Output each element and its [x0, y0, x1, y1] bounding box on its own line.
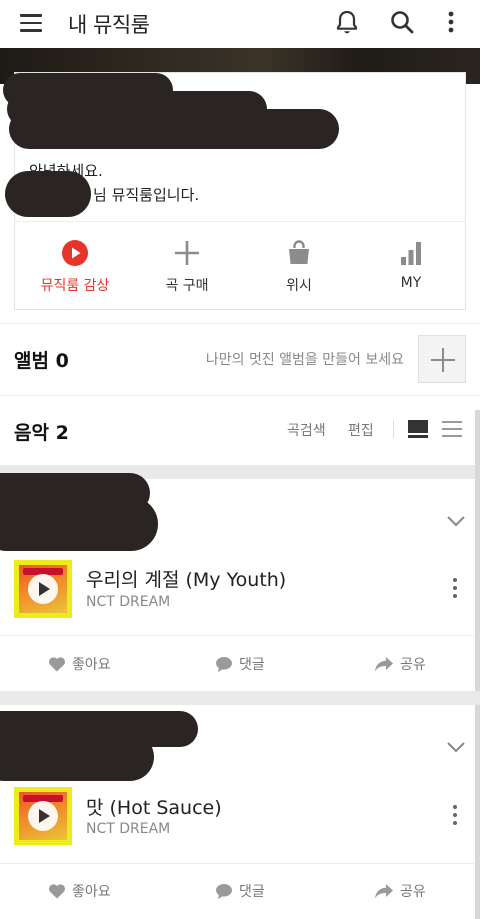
section-divider	[0, 395, 480, 396]
app-bar: 내 뮤직룸	[0, 0, 480, 48]
share-icon	[375, 884, 393, 899]
shopping-bag-icon	[289, 240, 309, 264]
comment-button[interactable]: 댓글	[215, 653, 265, 675]
share-button[interactable]: 공유	[374, 653, 426, 675]
bell-icon[interactable]	[333, 8, 361, 36]
section-spacer	[0, 691, 480, 705]
album-thumbnail[interactable]	[14, 787, 72, 845]
add-album-button[interactable]	[418, 335, 466, 383]
more-vertical-icon[interactable]	[437, 8, 465, 36]
bar-chart-icon	[401, 242, 421, 265]
comment-icon	[216, 883, 232, 899]
comment-label: 댓글	[239, 884, 265, 900]
track-divider	[0, 635, 474, 636]
comment-button[interactable]: 댓글	[215, 880, 265, 902]
heart-icon	[49, 884, 65, 899]
card-view-icon[interactable]	[408, 420, 428, 438]
like-label: 좋아요	[72, 884, 111, 900]
action-listen-musicroom[interactable]: 뮤직룸 감상	[19, 233, 131, 303]
list-view-icon[interactable]	[442, 421, 462, 437]
menu-icon[interactable]	[20, 14, 42, 32]
play-icon[interactable]	[28, 801, 58, 831]
card-divider	[15, 221, 465, 222]
action-label: MY	[400, 275, 422, 291]
music-section-title: 음악 2	[14, 422, 69, 444]
track-card: 우리의 계절 (My Youth) NCT DREAM 좋아요 댓글 공유	[0, 473, 474, 691]
search-icon[interactable]	[388, 8, 416, 36]
album-create-hint[interactable]: 나만의 멋진 앨범을 만들어 보세요	[206, 349, 404, 369]
comment-icon	[216, 656, 232, 672]
track-divider	[0, 863, 474, 864]
redaction-mark	[0, 497, 158, 551]
action-my[interactable]: MY	[355, 233, 467, 303]
edit-link[interactable]: 편집	[348, 420, 374, 440]
like-label: 좋아요	[72, 657, 111, 673]
profile-actions: 뮤직룸 감상 곡 구매 위시 MY	[15, 233, 465, 303]
track-title[interactable]: 우리의 계절 (My Youth)	[86, 565, 286, 592]
chevron-down-icon[interactable]	[446, 740, 466, 754]
action-label: 위시	[286, 278, 312, 294]
redaction-mark	[5, 171, 91, 217]
track-title[interactable]: 맛 (Hot Sauce)	[86, 793, 222, 820]
action-wish[interactable]: 위시	[243, 233, 355, 303]
action-label: 곡 구매	[165, 278, 209, 294]
album-section-title: 앨범 0	[14, 350, 69, 372]
comment-label: 댓글	[239, 657, 265, 673]
action-buy-song[interactable]: 곡 구매	[131, 233, 243, 303]
play-circle-icon	[62, 240, 88, 266]
track-artist: NCT DREAM	[86, 821, 171, 837]
like-button[interactable]: 좋아요	[48, 653, 111, 675]
album-thumbnail[interactable]	[14, 560, 72, 618]
like-button[interactable]: 좋아요	[48, 880, 111, 902]
redaction-mark	[0, 733, 154, 781]
share-label: 공유	[400, 657, 426, 673]
view-toggle-divider	[393, 420, 394, 438]
action-label: 뮤직룸 감상	[40, 278, 110, 294]
track-artist: NCT DREAM	[86, 594, 171, 610]
redaction-mark	[9, 109, 339, 149]
song-search-link[interactable]: 곡검색	[287, 420, 326, 440]
plus-icon	[175, 241, 199, 265]
track-card: 맛 (Hot Sauce) NCT DREAM 좋아요 댓글 공유	[0, 705, 474, 919]
share-label: 공유	[400, 884, 426, 900]
profile-card: 안녕하세요. 님 뮤직룸입니다. 뮤직룸 감상 곡 구매 위	[3, 72, 466, 310]
play-icon[interactable]	[28, 574, 58, 604]
share-button[interactable]: 공유	[374, 880, 426, 902]
page-title: 내 뮤직룸	[68, 13, 150, 37]
heart-icon	[49, 657, 65, 672]
chevron-down-icon[interactable]	[446, 514, 466, 528]
section-divider	[0, 323, 480, 324]
more-vertical-icon[interactable]	[450, 805, 460, 827]
more-vertical-icon[interactable]	[450, 578, 460, 600]
share-icon	[375, 657, 393, 672]
scrollbar[interactable]	[475, 410, 480, 919]
